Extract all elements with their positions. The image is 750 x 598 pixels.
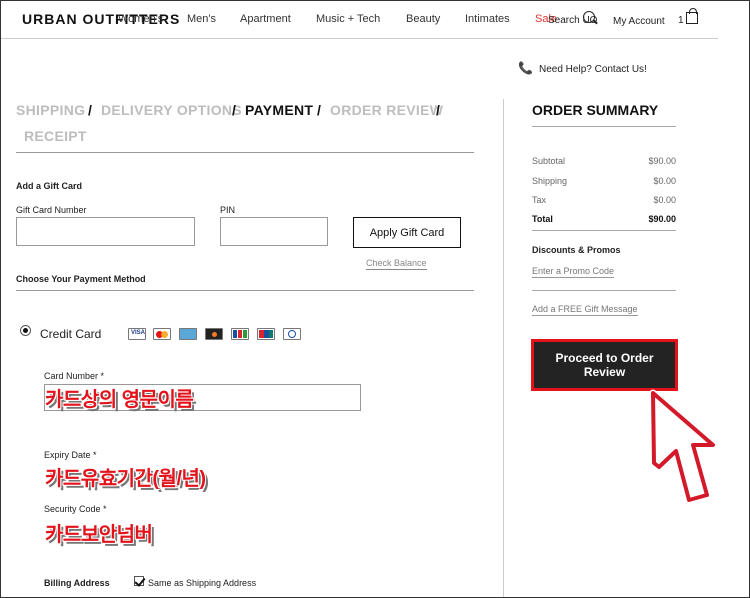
security-code-annotation: 카드보안넘버 [45, 524, 153, 546]
steps-divider [16, 152, 474, 153]
check-balance-link[interactable]: Check Balance [366, 258, 427, 270]
summary-value: $90.00 [648, 156, 676, 166]
step-shipping[interactable]: SHIPPING [16, 102, 85, 118]
jcb-icon [231, 328, 249, 340]
header-divider [1, 38, 718, 39]
step-separator: / [317, 102, 321, 118]
mastercard-icon [153, 328, 171, 340]
help-link[interactable]: Need Help? Contact Us! [539, 64, 647, 75]
promo-code-link[interactable]: Enter a Promo Code [532, 266, 615, 278]
summary-row-shipping: Shipping $0.00 [532, 176, 676, 186]
summary-label: Tax [532, 195, 547, 205]
shopping-bag-icon[interactable] [686, 8, 698, 24]
summary-divider [532, 290, 676, 291]
summary-value: $90.00 [648, 214, 676, 224]
discover-icon [205, 328, 223, 340]
summary-label: Subtotal [532, 156, 566, 166]
step-payment: PAYMENT [245, 102, 314, 118]
order-summary-title: ORDER SUMMARY [532, 102, 659, 118]
proceed-to-order-review-button[interactable]: Proceed to Order Review [531, 339, 678, 391]
summary-label: Shipping [532, 176, 568, 186]
discounts-heading: Discounts & Promos [532, 245, 621, 255]
my-account-link[interactable]: My Account [613, 16, 665, 27]
summary-value: $0.00 [653, 195, 676, 205]
nav-apartment[interactable]: Apartment [240, 13, 291, 25]
step-receipt: RECEIPT [24, 128, 87, 144]
pin-input[interactable] [220, 217, 328, 246]
amex-icon [179, 328, 197, 340]
same-as-shipping-checkbox[interactable] [134, 576, 144, 586]
cart-count: 1 [678, 15, 684, 26]
payment-divider [16, 290, 474, 291]
step-separator: / [88, 102, 92, 118]
payment-method-heading: Choose Your Payment Method [16, 274, 146, 284]
expiry-date-annotation: 카드유효기간(월/년) [45, 468, 206, 490]
step-separator: / [436, 102, 440, 118]
summary-divider [532, 126, 676, 127]
summary-value: $0.00 [653, 176, 676, 186]
gift-card-number-input[interactable] [16, 217, 195, 246]
credit-card-radio[interactable] [20, 325, 31, 336]
gift-card-heading: Add a Gift Card [16, 181, 83, 191]
same-as-shipping-label[interactable]: Same as Shipping Address [148, 578, 256, 588]
nav-mens[interactable]: Men's [187, 13, 216, 25]
apply-gift-card-button[interactable]: Apply Gift Card [353, 217, 461, 248]
summary-label: Total [532, 214, 553, 224]
pin-label: PIN [220, 205, 236, 215]
nav-intimates[interactable]: Intimates [465, 13, 510, 25]
summary-row-total: Total $90.00 [532, 214, 676, 224]
gift-message-link[interactable]: Add a FREE Gift Message [532, 304, 638, 316]
step-delivery-options[interactable]: DELIVERY OPTIONS [101, 102, 242, 118]
step-order-review: ORDER REVIEW [330, 102, 444, 118]
security-code-label: Security Code * [44, 504, 107, 514]
diners-icon [283, 328, 301, 340]
card-number-annotation: 카드상의 영문이름 [45, 389, 194, 411]
summary-divider [532, 230, 676, 231]
phone-icon: 📞 [518, 61, 533, 75]
card-number-label: Card Number * [44, 371, 105, 381]
billing-address-label: Billing Address [44, 578, 110, 588]
expiry-date-label: Expiry Date * [44, 450, 97, 460]
credit-card-label[interactable]: Credit Card [40, 327, 101, 341]
unionpay-icon [257, 328, 275, 340]
search-icon[interactable] [583, 11, 595, 23]
column-divider [503, 99, 504, 597]
checkout-page: URBAN OUTFITTERS Women's Men's Apartment… [0, 0, 750, 598]
visa-icon: VISA [128, 328, 146, 340]
summary-row-tax: Tax $0.00 [532, 195, 676, 205]
summary-row-subtotal: Subtotal $90.00 [532, 156, 676, 166]
nav-womens[interactable]: Women's [118, 13, 163, 25]
nav-beauty[interactable]: Beauty [406, 13, 440, 25]
nav-music-tech[interactable]: Music + Tech [316, 13, 380, 25]
gift-card-number-label: Gift Card Number [16, 205, 87, 215]
annotation-arrow-icon [649, 389, 717, 504]
step-separator: / [232, 102, 236, 118]
